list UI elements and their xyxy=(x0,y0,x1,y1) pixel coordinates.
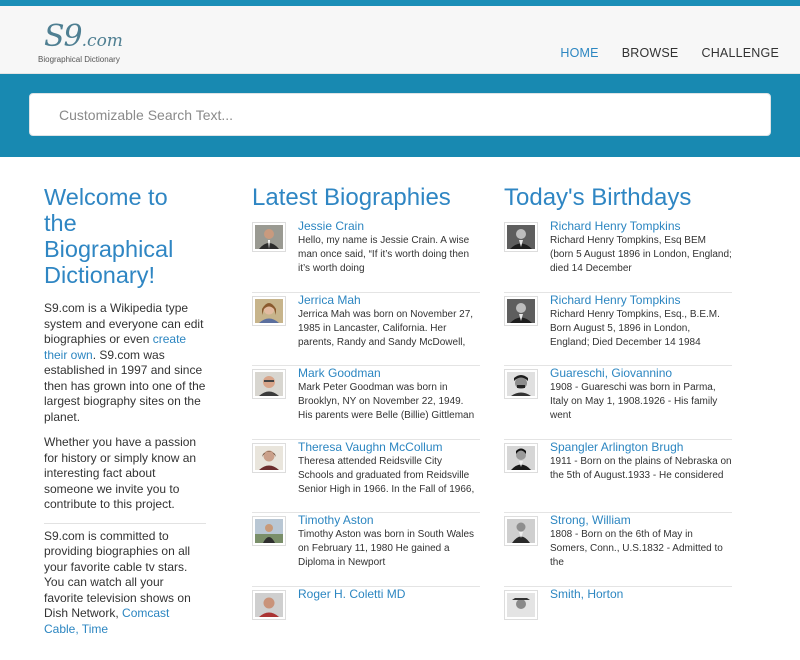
biography-excerpt xyxy=(298,602,480,644)
nav-browse[interactable]: BROWSE xyxy=(622,46,679,60)
biography-excerpt: Mark Peter Goodman was born in Brooklyn,… xyxy=(298,381,480,423)
avatar[interactable] xyxy=(504,590,538,620)
birthday-link[interactable]: Spangler Arlington Brugh xyxy=(550,440,683,454)
logo-mark: S9.com xyxy=(44,20,123,58)
birthday-excerpt: 1808 - Born on the 6th of May in Somers,… xyxy=(550,528,732,570)
list-item: Theresa Vaughn McCollum Theresa attended… xyxy=(252,440,480,514)
birthday-link[interactable]: Richard Henry Tompkins xyxy=(550,219,681,233)
nav-home[interactable]: HOME xyxy=(560,46,598,60)
avatar[interactable] xyxy=(252,222,286,252)
list-item: Jerrica Mah Jerrica Mah was born on Nove… xyxy=(252,293,480,367)
welcome-section: Welcome to the Biographical Dictionary! … xyxy=(44,184,206,647)
list-item: Jessie Crain Hello, my name is Jessie Cr… xyxy=(252,219,480,293)
birthday-excerpt: 1908 - Guareschi was born in Parma, Ital… xyxy=(550,381,732,423)
nav-challenge[interactable]: CHALLENGE xyxy=(701,46,779,60)
search-input[interactable] xyxy=(29,93,771,136)
biography-link[interactable]: Roger H. Coletti MD xyxy=(298,587,405,601)
biography-excerpt: Jerrica Mah was born on November 27, 198… xyxy=(298,308,480,350)
birthday-excerpt: 1911 - Born on the plains of Nebraska on… xyxy=(550,455,732,497)
list-item: Richard Henry Tompkins Richard Henry Tom… xyxy=(504,219,732,293)
latest-biographies-list: Jessie Crain Hello, my name is Jessie Cr… xyxy=(252,219,480,660)
birthday-link[interactable]: Richard Henry Tompkins xyxy=(550,293,681,307)
todays-birthdays-title: Today's Birthdays xyxy=(504,184,691,212)
list-item: Spangler Arlington Brugh 1911 - Born on … xyxy=(504,440,732,514)
main-nav: HOME BROWSE CHALLENGE xyxy=(537,46,779,60)
list-item: Timothy Aston Timothy Aston was born in … xyxy=(252,513,480,587)
site-header: S9.com Biographical Dictionary HOME BROW… xyxy=(0,6,800,74)
avatar[interactable] xyxy=(252,369,286,399)
latest-biographies-title: Latest Biographies xyxy=(252,184,451,212)
list-item: Roger H. Coletti MD xyxy=(252,587,480,660)
birthday-excerpt: Richard Henry Tompkins, Esq BEM (born 5 … xyxy=(550,234,732,276)
biography-excerpt: Timothy Aston was born in South Wales on… xyxy=(298,528,480,570)
birthday-link[interactable]: Guareschi, Giovannino xyxy=(550,366,672,380)
avatar[interactable] xyxy=(252,590,286,620)
list-item: Richard Henry Tompkins Richard Henry Tom… xyxy=(504,293,732,367)
list-item: Smith, Horton xyxy=(504,587,732,660)
logo-domain: .com xyxy=(82,31,123,51)
birthday-link[interactable]: Strong, William xyxy=(550,513,631,527)
welcome-paragraph-3: S9.com is committed to providing biograp… xyxy=(44,529,206,638)
biography-link[interactable]: Timothy Aston xyxy=(298,513,374,527)
site-logo[interactable]: S9.com Biographical Dictionary xyxy=(38,18,128,68)
search-band xyxy=(0,74,800,157)
avatar[interactable] xyxy=(252,296,286,326)
birthday-excerpt: Richard Henry Tompkins, Esq., B.E.M. Bor… xyxy=(550,308,732,350)
birthday-link[interactable]: Smith, Horton xyxy=(550,587,623,601)
avatar[interactable] xyxy=(504,516,538,546)
welcome-paragraph-1: S9.com is a Wikipedia type system and ev… xyxy=(44,301,206,425)
avatar[interactable] xyxy=(504,443,538,473)
birthday-excerpt xyxy=(550,602,732,644)
avatar[interactable] xyxy=(252,443,286,473)
welcome-paragraph-2: Whether you have a passion for history o… xyxy=(44,435,206,513)
biography-excerpt: Hello, my name is Jessie Crain. A wise m… xyxy=(298,234,480,276)
biography-link[interactable]: Jessie Crain xyxy=(298,219,364,233)
logo-text: S9 xyxy=(44,19,82,54)
welcome-title: Welcome to the Biographical Dictionary! xyxy=(44,184,206,288)
list-item: Strong, William 1808 - Born on the 6th o… xyxy=(504,513,732,587)
biography-excerpt: Theresa attended Reidsville City Schools… xyxy=(298,455,480,497)
logo-tagline: Biographical Dictionary xyxy=(38,55,120,64)
biography-link[interactable]: Theresa Vaughn McCollum xyxy=(298,440,443,454)
todays-birthdays-list: Richard Henry Tompkins Richard Henry Tom… xyxy=(504,219,732,660)
welcome-divider xyxy=(44,523,206,524)
avatar[interactable] xyxy=(504,296,538,326)
avatar[interactable] xyxy=(504,222,538,252)
avatar[interactable] xyxy=(252,516,286,546)
biography-link[interactable]: Jerrica Mah xyxy=(298,293,361,307)
list-item: Mark Goodman Mark Peter Goodman was born… xyxy=(252,366,480,440)
list-item: Guareschi, Giovannino 1908 - Guareschi w… xyxy=(504,366,732,440)
avatar[interactable] xyxy=(504,369,538,399)
biography-link[interactable]: Mark Goodman xyxy=(298,366,381,380)
